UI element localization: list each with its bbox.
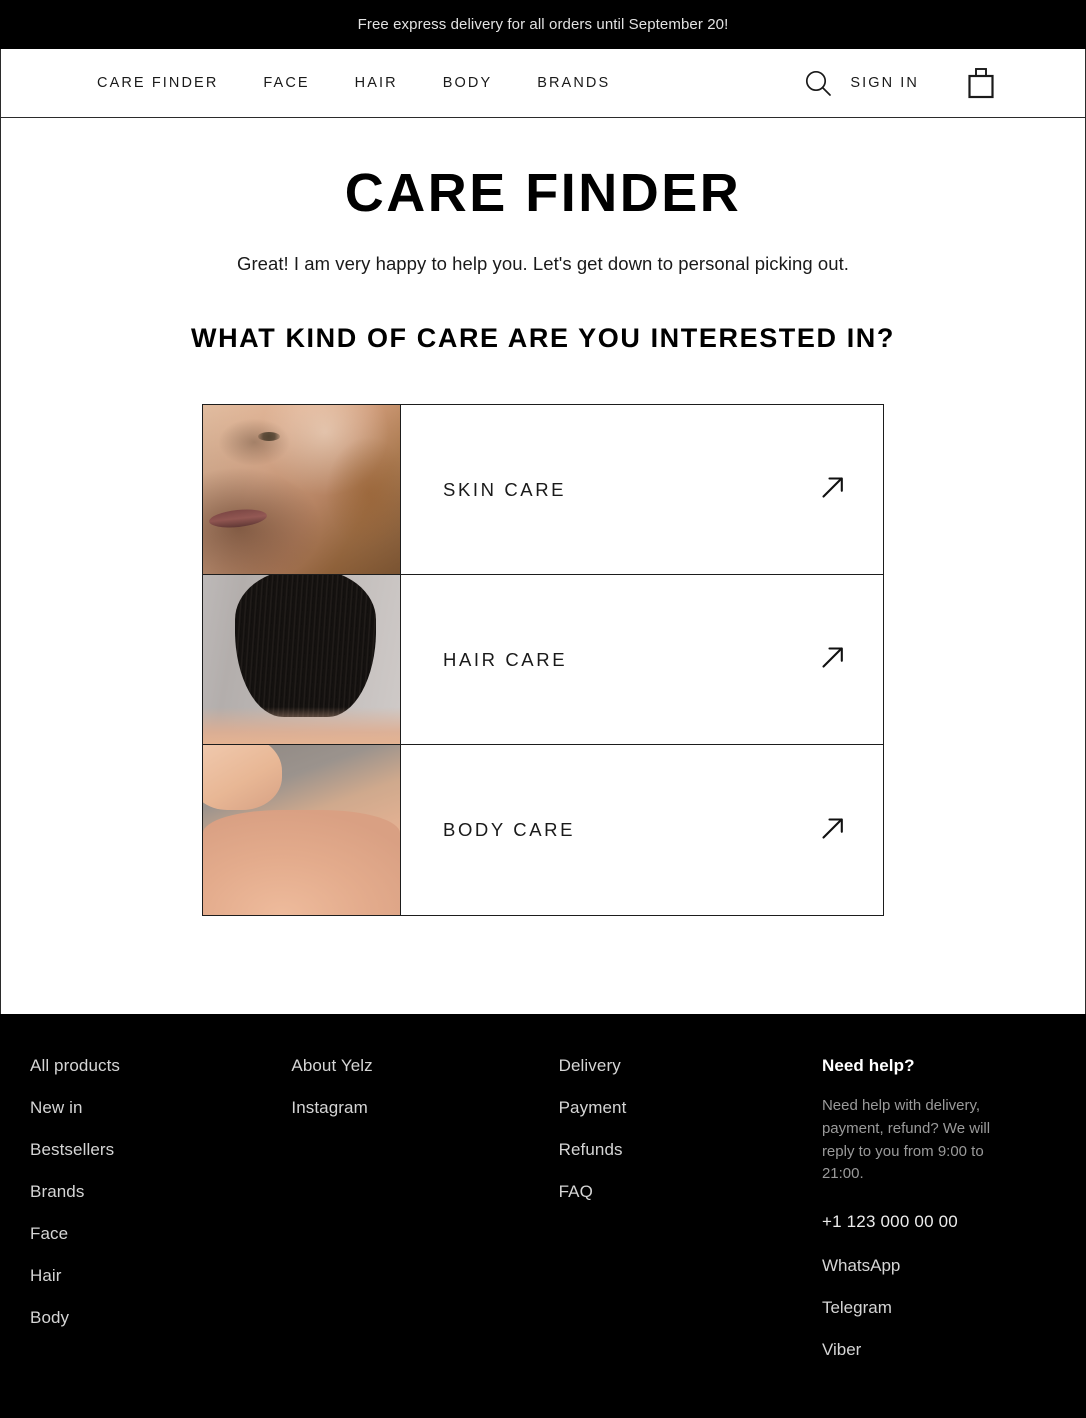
shopping-bag-icon[interactable] [965,65,997,101]
option-card-body-care[interactable]: BODY CARE [203,745,883,916]
main-nav: CARE FINDER FACE HAIR BODY BRANDS [97,75,610,91]
footer-link-body[interactable]: Body [30,1308,291,1328]
option-label-body-care: BODY CARE [443,819,576,841]
nav-item-hair[interactable]: HAIR [355,75,398,91]
sign-in-link[interactable]: SIGN IN [850,75,919,91]
footer-phone-link[interactable]: +1 123 000 00 00 [822,1212,1056,1232]
footer-link-delivery[interactable]: Delivery [559,1056,822,1076]
footer-link-bestsellers[interactable]: Bestsellers [30,1140,291,1160]
footer-link-viber[interactable]: Viber [822,1340,1056,1360]
arrow-up-right-icon[interactable] [819,473,847,506]
nav-item-care-finder[interactable]: CARE FINDER [97,75,218,91]
footer-column-company: About Yelz Instagram [291,1056,558,1140]
bare-shoulder-photo [203,745,400,916]
footer-link-hair[interactable]: Hair [30,1266,291,1286]
footer-link-all-products[interactable]: All products [30,1056,291,1076]
footer-link-telegram[interactable]: Telegram [822,1298,1056,1318]
search-icon[interactable] [790,68,846,98]
site-footer: All products New in Bestsellers Brands F… [0,1014,1086,1418]
option-thumbnail-skin-care [203,405,401,575]
page-subtitle: Great! I am very happy to help you. Let'… [237,253,849,275]
footer-link-faq[interactable]: FAQ [559,1182,822,1202]
option-body-body-care: BODY CARE [401,745,883,915]
main-content: CARE FINDER Great! I am very happy to he… [0,118,1086,1014]
footer-help-note: Need help with delivery, payment, refund… [821,1097,991,1183]
footer-column-help: Need help? Need help with delivery, paym… [822,1056,1056,1382]
footer-link-face[interactable]: Face [30,1224,291,1244]
lips-detail [208,507,268,531]
option-label-skin-care: SKIN CARE [443,478,567,500]
page-title: CARE FINDER [344,163,742,223]
nav-item-brands[interactable]: BRANDS [537,75,610,91]
option-thumbnail-body-care [203,745,401,916]
option-card-skin-care[interactable]: SKIN CARE [203,405,883,576]
nav-item-body[interactable]: BODY [443,75,493,91]
footer-column-catalog: All products New in Bestsellers Brands F… [30,1056,291,1350]
site-header: CARE FINDER FACE HAIR BODY BRANDS SIGN I… [0,49,1086,118]
eye-detail [258,432,281,442]
arrow-up-right-icon[interactable] [819,643,847,676]
nav-item-face[interactable]: FACE [263,75,309,91]
care-options-list: SKIN CARE HAIR CARE BODY CARE [202,404,884,917]
option-label-hair-care: HAIR CARE [443,648,568,670]
footer-link-payment[interactable]: Payment [559,1098,822,1118]
footer-link-new-in[interactable]: New in [30,1098,291,1118]
option-card-hair-care[interactable]: HAIR CARE [203,575,883,746]
footer-column-service: Delivery Payment Refunds FAQ [559,1056,822,1224]
option-body-hair-care: HAIR CARE [401,575,883,744]
footer-help-heading: Need help? [821,1056,915,1075]
promo-banner-text: Free express delivery for all orders unt… [357,16,729,33]
page-root: Free express delivery for all orders unt… [0,0,1086,1418]
arrow-up-right-icon[interactable] [819,814,847,847]
footer-link-refunds[interactable]: Refunds [559,1140,822,1160]
promo-banner: Free express delivery for all orders unt… [0,0,1086,49]
option-thumbnail-hair-care [203,575,401,745]
header-actions: SIGN IN [790,65,1053,101]
section-question: WHAT KIND OF CARE ARE YOU INTERESTED IN? [190,323,895,354]
dark-bob-hair-photo [203,575,400,745]
close-up-face-photo [203,405,400,575]
option-body-skin-care: SKIN CARE [401,405,883,574]
footer-link-about-yelz[interactable]: About Yelz [291,1056,558,1076]
footer-link-instagram[interactable]: Instagram [291,1098,558,1118]
footer-link-whatsapp[interactable]: WhatsApp [822,1256,1056,1276]
footer-link-brands[interactable]: Brands [30,1182,291,1202]
